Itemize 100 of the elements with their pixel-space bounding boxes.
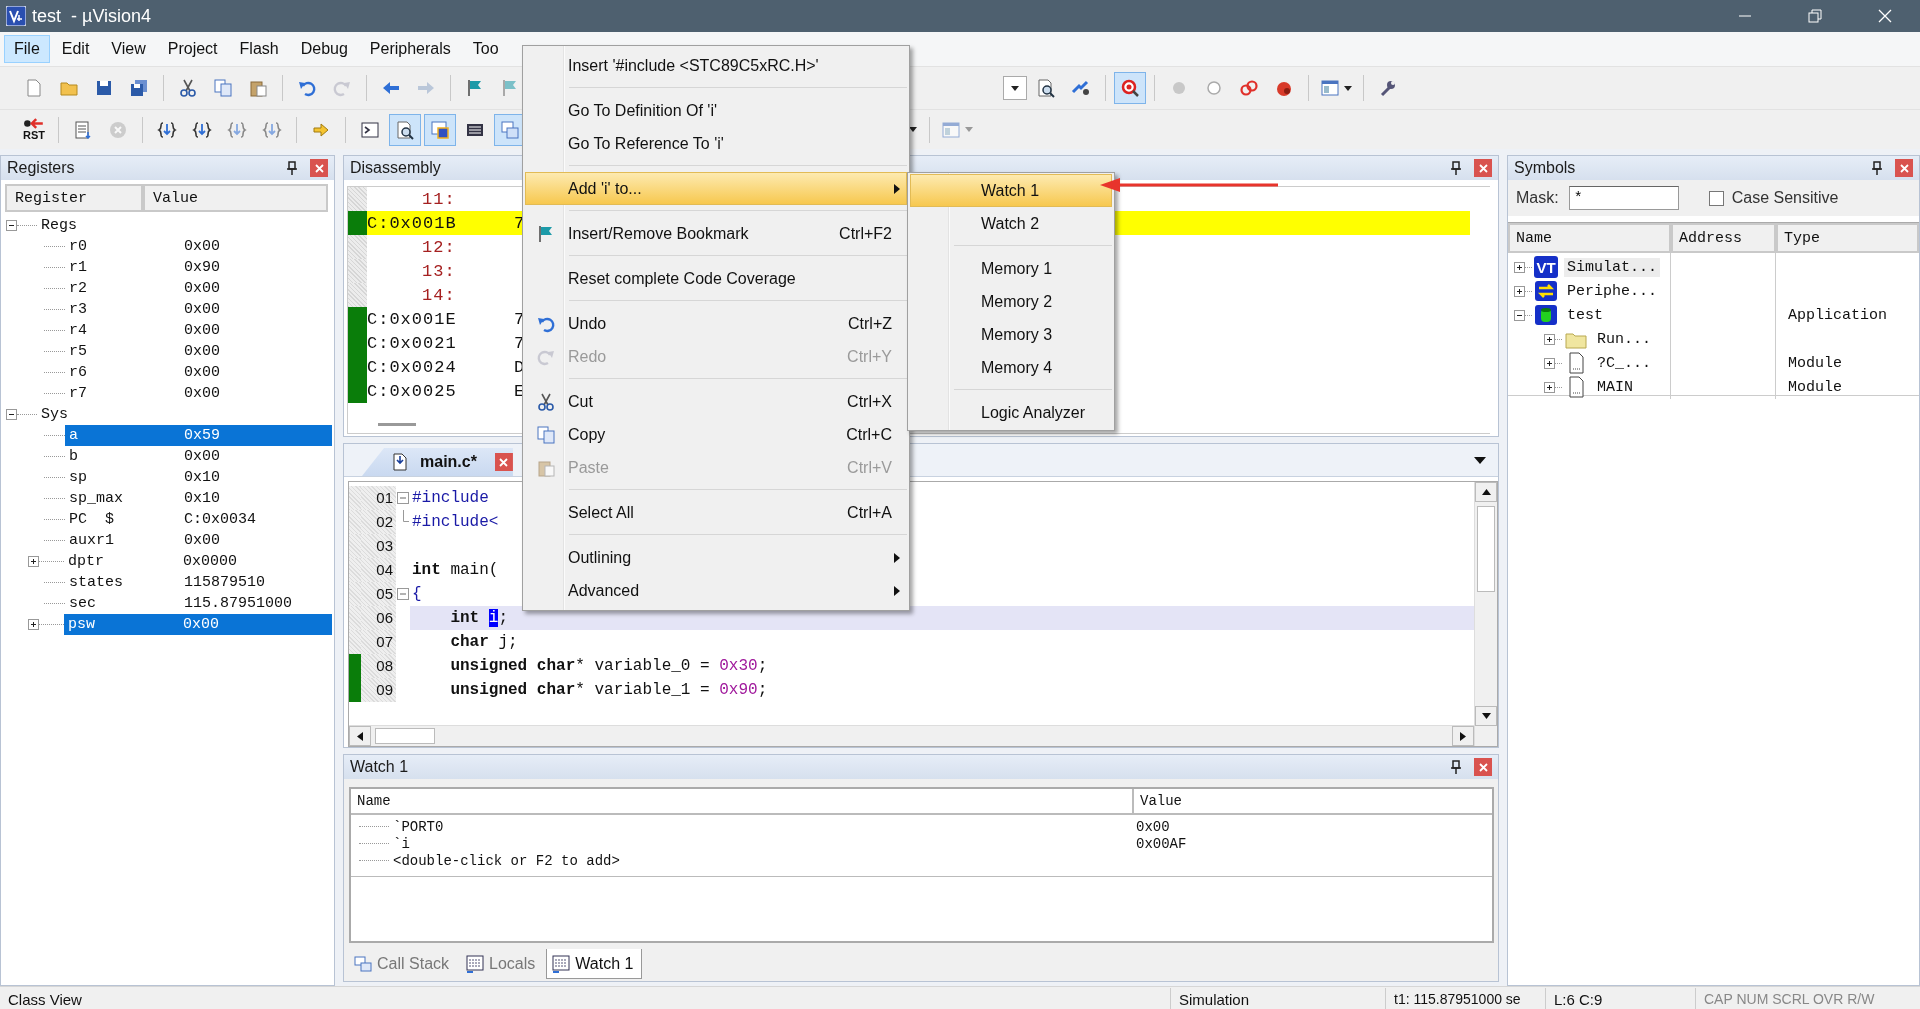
pin-icon[interactable]: [1871, 161, 1883, 175]
column-header[interactable]: Value: [1134, 789, 1182, 813]
close-button[interactable]: [1895, 159, 1913, 177]
menu-item[interactable]: Memory 3: [910, 318, 1112, 351]
menu-bar-item[interactable]: Too: [462, 35, 509, 63]
register-row[interactable]: sec 115.87951000: [65, 593, 332, 614]
expand-icon[interactable]: [1514, 261, 1525, 273]
close-button[interactable]: [1474, 159, 1492, 177]
close-button[interactable]: [494, 453, 513, 471]
register-row[interactable]: Regs: [37, 215, 332, 236]
scroll-right-button[interactable]: [1452, 726, 1474, 746]
menu-bar-item[interactable]: File: [4, 35, 50, 63]
register-row[interactable]: r5 0x00: [65, 341, 332, 362]
panel-tab[interactable]: Watch 1: [546, 949, 643, 979]
menu-item[interactable]: Cut Ctrl+X: [525, 385, 907, 418]
checkbox-label[interactable]: Case Sensitive: [1731, 189, 1839, 207]
menu-item[interactable]: Insert '#include <STC89C5xRC.H>': [525, 49, 907, 82]
register-row[interactable]: dptr 0x0000: [64, 551, 332, 572]
scrollbar-thumb[interactable]: [1477, 506, 1495, 592]
menu-item[interactable]: Undo Ctrl+Z: [525, 307, 907, 340]
checkbox[interactable]: [1708, 190, 1724, 206]
symbol-name[interactable]: ?C_...: [1594, 353, 1654, 373]
register-row[interactable]: sp 0x10: [65, 467, 332, 488]
register-row[interactable]: b 0x00: [65, 446, 332, 467]
register-row[interactable]: r0 0x00: [65, 236, 332, 257]
menu-bar-item[interactable]: Peripherals: [359, 35, 461, 63]
pin-icon[interactable]: [1450, 161, 1462, 175]
panel-tab[interactable]: Call Stack: [348, 949, 459, 979]
register-row[interactable]: Sys: [37, 404, 332, 425]
close-button[interactable]: [310, 159, 328, 177]
mask-field[interactable]: *: [1568, 186, 1679, 210]
menu-item[interactable]: Reset complete Code Coverage: [525, 262, 907, 295]
menu-item[interactable]: Logic Analyzer: [910, 396, 1112, 429]
menu-item[interactable]: Watch 1: [910, 174, 1112, 207]
collapse-icon[interactable]: [6, 409, 17, 420]
close-button[interactable]: [1474, 758, 1492, 776]
symbol-name[interactable]: Periphe...: [1564, 281, 1660, 301]
panel-tab[interactable]: Locals: [460, 949, 545, 979]
column-header[interactable]: Address: [1671, 223, 1776, 253]
menu-item[interactable]: Memory 2: [910, 285, 1112, 318]
column-header[interactable]: Value: [143, 184, 328, 212]
expand-icon[interactable]: [28, 619, 39, 630]
menu-bar-item[interactable]: View: [101, 35, 156, 63]
symbol-name[interactable]: Simulat...: [1564, 257, 1660, 277]
scroll-left-button[interactable]: [349, 726, 371, 746]
pin-icon[interactable]: [1450, 760, 1462, 774]
register-row[interactable]: PC $ C:0x0034: [65, 509, 332, 530]
column-header[interactable]: Name: [351, 789, 1134, 813]
symbol-name[interactable]: MAIN: [1594, 377, 1636, 397]
register-row[interactable]: r2 0x00: [65, 278, 332, 299]
menu-item[interactable]: Go To Definition Of 'i': [525, 94, 907, 127]
column-header[interactable]: Name: [1508, 223, 1671, 253]
menu-item[interactable]: Watch 2: [910, 207, 1112, 240]
menu-bar-item[interactable]: Project: [157, 35, 228, 63]
menu-bar-item[interactable]: Flash: [229, 35, 289, 63]
collapse-icon[interactable]: [6, 220, 17, 231]
symbol-name[interactable]: Run...: [1594, 329, 1654, 349]
register-row[interactable]: r7 0x00: [65, 383, 332, 404]
expand-icon[interactable]: [1544, 357, 1555, 369]
register-row[interactable]: r4 0x00: [65, 320, 332, 341]
register-row[interactable]: states 115879510: [65, 572, 332, 593]
menu-item[interactable]: Copy Ctrl+C: [525, 418, 907, 451]
expand-icon[interactable]: [28, 556, 39, 567]
combo-dropdown-button[interactable]: [1003, 76, 1027, 100]
register-row[interactable]: psw 0x00: [64, 614, 332, 635]
toolbar-button[interactable]: RST: [18, 113, 50, 146]
register-row[interactable]: r3 0x00: [65, 299, 332, 320]
menu-item[interactable]: Go To Reference To 'i': [525, 127, 907, 160]
scroll-up-button[interactable]: [1475, 482, 1497, 502]
register-row[interactable]: a 0x59: [65, 425, 332, 446]
scrollbar-thumb[interactable]: [378, 423, 416, 426]
collapse-icon[interactable]: [1514, 309, 1525, 321]
symbol-name[interactable]: test: [1564, 305, 1606, 325]
menu-bar-item[interactable]: Edit: [51, 35, 100, 63]
fold-collapse-icon[interactable]: [397, 588, 409, 600]
menu-bar-item[interactable]: Debug: [290, 35, 358, 63]
menu-item[interactable]: Memory 4: [910, 351, 1112, 384]
pin-icon[interactable]: [286, 161, 298, 175]
menu-item[interactable]: Select All Ctrl+A: [525, 496, 907, 529]
menu-item[interactable]: Insert/Remove Bookmark Ctrl+F2: [525, 217, 907, 250]
register-row[interactable]: r1 0x90: [65, 257, 332, 278]
register-row[interactable]: auxr1 0x00: [65, 530, 332, 551]
menu-item[interactable]: Memory 1: [910, 252, 1112, 285]
menu-item[interactable]: Outlining: [525, 541, 907, 574]
column-header[interactable]: Type: [1776, 223, 1919, 253]
scrollbar-thumb[interactable]: [375, 728, 435, 744]
dropdown-arrow-icon[interactable]: [1474, 456, 1486, 464]
menu-item[interactable]: Advanced: [525, 574, 907, 607]
expand-icon[interactable]: [1544, 381, 1555, 393]
register-row[interactable]: r6 0x00: [65, 362, 332, 383]
expand-icon[interactable]: [1544, 333, 1555, 345]
fold-collapse-icon[interactable]: [397, 492, 409, 504]
toolbar-button[interactable]: [389, 113, 421, 146]
expand-icon[interactable]: [1514, 285, 1525, 297]
scroll-down-button[interactable]: [1475, 706, 1497, 726]
file-tab[interactable]: main.c*: [362, 448, 513, 476]
menu-item[interactable]: Add 'i' to...: [525, 172, 907, 205]
toolbar-button[interactable]: [424, 113, 456, 146]
column-header[interactable]: Register: [5, 184, 143, 212]
register-row[interactable]: sp_max 0x10: [65, 488, 332, 509]
